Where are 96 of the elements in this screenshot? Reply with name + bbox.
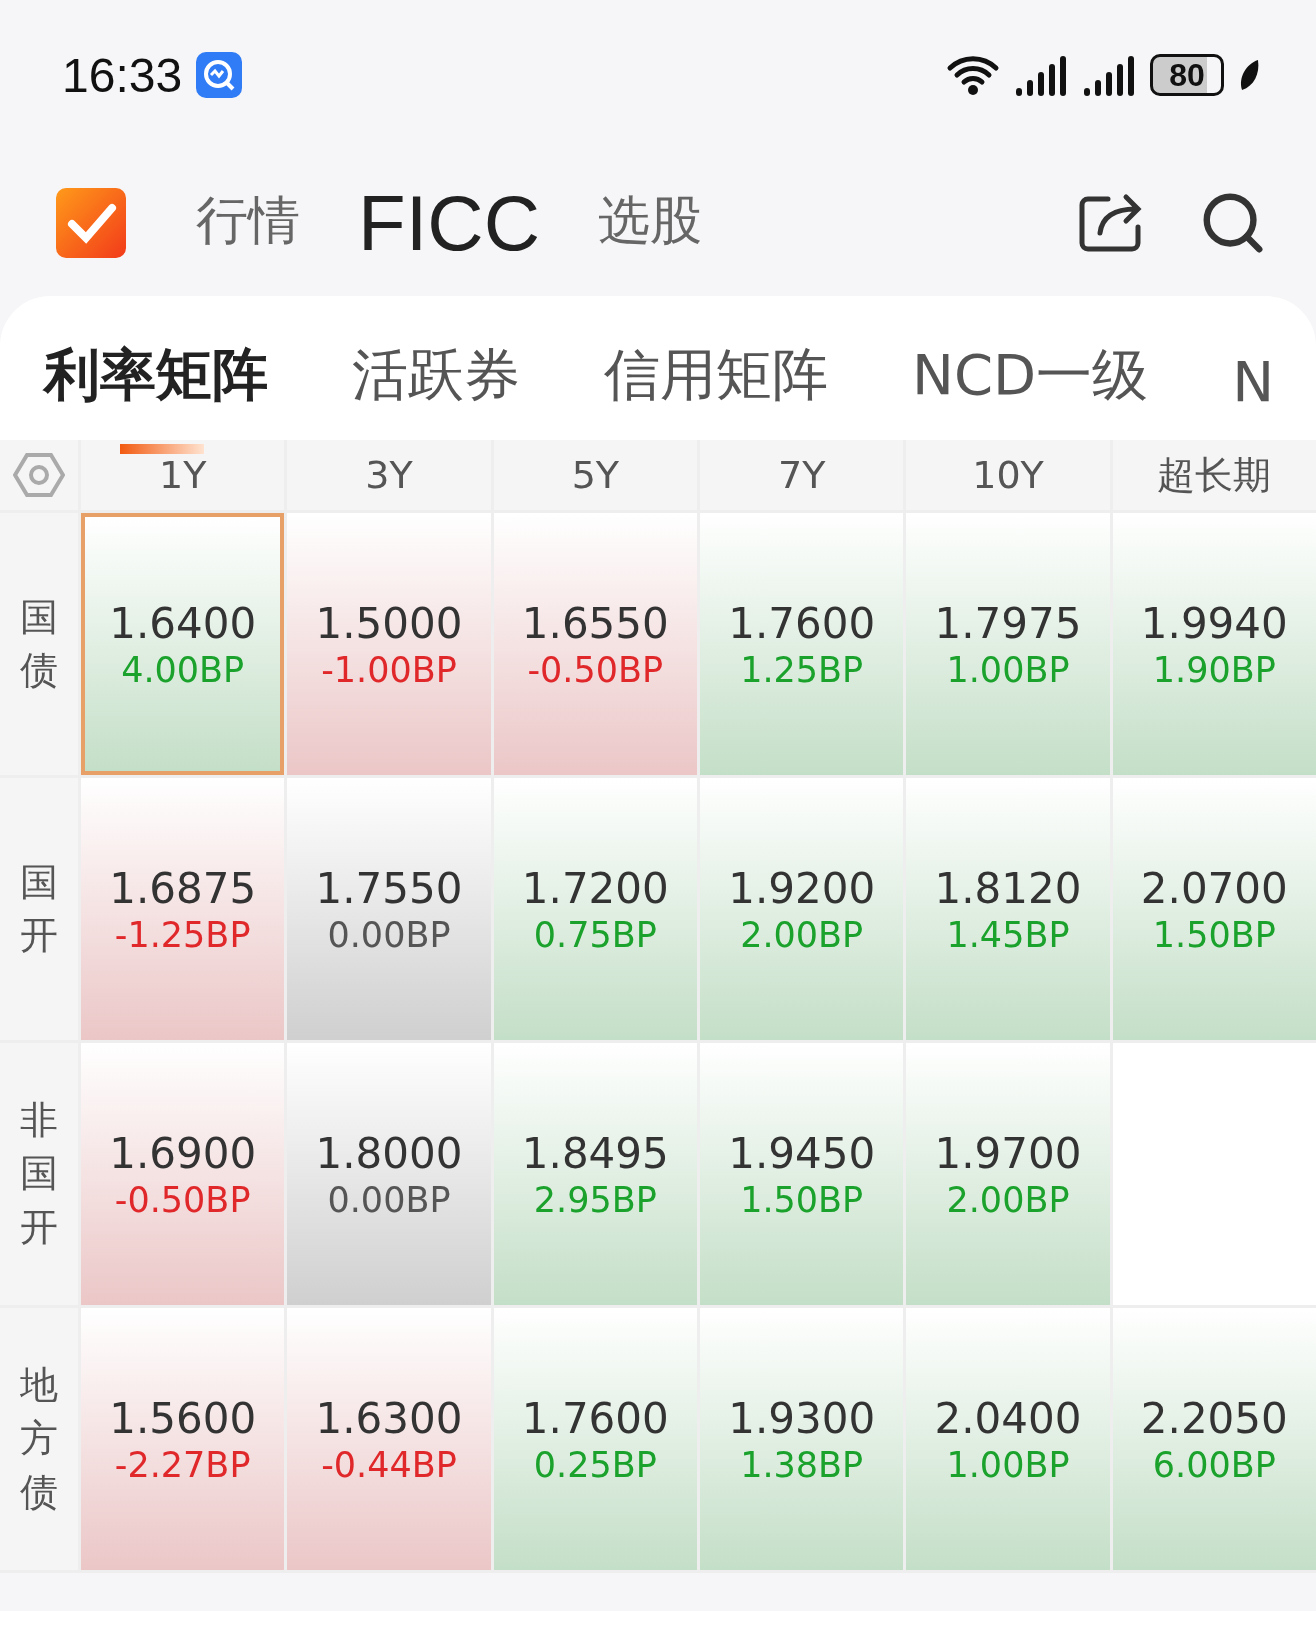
yield-change: 2.00BP [740,914,864,955]
yield-value: 1.8000 [315,1128,463,1178]
yield-value: 1.8495 [521,1128,669,1178]
yield-value: 2.2050 [1140,1393,1288,1443]
yield-change: 1.50BP [1152,914,1276,955]
yield-value: 1.7550 [315,863,463,913]
yield-change: -1.25BP [114,914,251,955]
yield-value: 2.0700 [1140,863,1288,913]
yield-value: 2.0400 [934,1393,1082,1443]
check-logo-icon[interactable] [56,188,126,258]
quote-cell[interactable]: 1.6875 -1.25BP [81,778,285,1040]
quote-cell[interactable]: 1.8495 2.95BP [493,1043,697,1305]
matrix-tab[interactable]: 利率矩阵 [44,338,268,424]
yield-change: 2.00BP [946,1179,1070,1220]
header-tab[interactable]: 选股 [598,186,702,256]
yield-value: 1.9450 [728,1128,876,1178]
yield-value: 1.7600 [728,598,876,648]
yield-value: 1.5600 [109,1393,257,1443]
yield-change: 1.25BP [740,649,864,690]
monitor-app-icon [196,52,243,98]
wifi-icon [946,54,1000,96]
quote-cell[interactable]: 1.6300 -0.44BP [287,1308,491,1570]
yield-value: 1.9300 [728,1393,876,1443]
quote-cell[interactable]: 1.9700 2.00BP [906,1043,1110,1305]
quote-cell[interactable]: 2.0700 1.50BP [1112,778,1316,1040]
yield-change: -2.27BP [114,1444,251,1485]
column-header: 5Y [493,440,697,510]
column-header: 1Y [81,440,285,510]
quote-cell[interactable]: 1.8000 0.00BP [287,1043,491,1305]
column-header: 超长期 [1112,440,1316,510]
quote-cell[interactable]: 1.6550 -0.50BP [493,513,697,775]
quote-cell[interactable]: 1.5000 -1.00BP [287,513,491,775]
quote-cell[interactable]: 1.7550 0.00BP [287,778,491,1040]
yield-change: 4.00BP [121,649,245,690]
yield-change: -0.50BP [527,649,664,690]
matrix-tab[interactable]: 信用矩阵 [604,338,828,424]
yield-change: 1.38BP [740,1444,864,1485]
yield-value: 1.7975 [934,598,1082,648]
quote-cell[interactable]: 2.0400 1.00BP [906,1308,1110,1570]
column-header: 10Y [906,440,1110,510]
column-header: 7Y [700,440,904,510]
matrix-tab[interactable]: NCD一级 [912,338,1149,424]
yield-change: -1.00BP [321,649,457,690]
quote-cell[interactable]: 1.8120 1.45BP [906,778,1110,1040]
row-label: 国债 [20,593,58,694]
quote-cell[interactable]: 1.7600 0.25BP [493,1308,697,1570]
yield-change: 0.00BP [327,1179,451,1220]
yield-value: 1.9940 [1140,598,1288,648]
yield-change: 1.45BP [946,914,1070,955]
row-label: 非国开 [20,1097,58,1251]
quote-cell[interactable]: 1.9450 1.50BP [700,1043,904,1305]
leaf-icon [1238,58,1260,92]
yield-value: 1.6550 [521,598,669,648]
header-tab[interactable]: FICC [358,177,540,269]
yield-change: 1.00BP [946,649,1070,690]
quote-cell[interactable]: 2.2050 6.00BP [1112,1308,1316,1570]
signal-icon [1082,54,1136,96]
yield-change: 2.95BP [533,1179,657,1220]
yield-value: 1.6300 [315,1393,463,1443]
yield-change: 1.90BP [1152,649,1276,690]
signal-icon [1014,54,1068,96]
clock: 16:33 [62,47,183,103]
matrix-tab[interactable]: N [1232,349,1274,424]
yield-change: -0.50BP [114,1179,251,1220]
quote-cell[interactable]: 1.9940 1.90BP [1112,513,1316,775]
quote-cell[interactable]: 1.6900 -0.50BP [81,1043,285,1305]
row-label: 国开 [20,858,58,959]
yield-value: 1.9700 [934,1128,1082,1178]
yield-change: 1.50BP [740,1179,864,1220]
yield-change: -0.44BP [321,1444,457,1485]
share-icon[interactable] [1078,191,1144,255]
quote-cell[interactable]: 1.7975 1.00BP [906,513,1110,775]
quote-cell[interactable]: 1.6400 4.00BP [81,513,285,775]
yield-value: 1.5000 [315,598,463,648]
quote-cell[interactable]: 1.9200 2.00BP [700,778,904,1040]
yield-value: 1.7600 [521,1393,669,1443]
yield-value: 1.8120 [934,863,1082,913]
yield-change: 0.00BP [327,914,451,955]
yield-value: 1.6900 [109,1128,257,1178]
quote-cell[interactable]: 1.9300 1.38BP [700,1308,904,1570]
yield-change: 0.25BP [533,1444,657,1485]
quote-cell[interactable]: 1.7200 0.75BP [493,778,697,1040]
battery-level: 80 [1150,54,1224,96]
matrix-tab[interactable]: 活跃券 [352,338,520,424]
row-label: 地方债 [20,1362,58,1516]
yield-change: 6.00BP [1152,1444,1276,1485]
yield-change: 0.75BP [533,914,657,955]
quote-cell[interactable]: 1.7600 1.25BP [700,513,904,775]
header-tab[interactable]: 行情 [196,186,300,256]
yield-value: 1.6875 [109,863,257,913]
yield-value: 1.7200 [521,863,669,913]
quote-cell[interactable]: 1.5600 -2.27BP [81,1308,285,1570]
yield-value: 1.6400 [109,598,257,648]
column-header: 3Y [287,440,491,510]
yield-value: 1.9200 [728,863,876,913]
yield-change: 1.00BP [946,1444,1070,1485]
